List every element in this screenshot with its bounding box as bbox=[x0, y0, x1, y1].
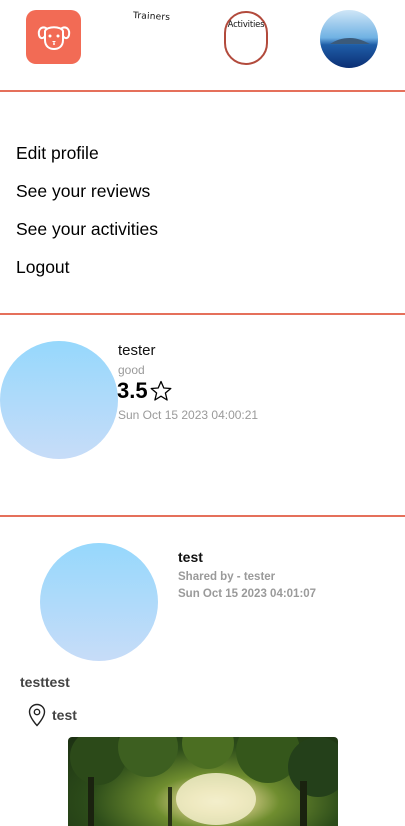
review-comment: good bbox=[118, 363, 145, 377]
dog-face-icon bbox=[37, 26, 70, 51]
see-reviews-link[interactable]: See your reviews bbox=[16, 172, 158, 210]
activity-photo[interactable] bbox=[68, 737, 338, 826]
activity-location-label: test bbox=[52, 707, 77, 723]
reviewer-avatar bbox=[0, 341, 118, 459]
divider bbox=[0, 90, 405, 92]
app-logo[interactable] bbox=[26, 10, 81, 64]
edit-profile-link[interactable]: Edit profile bbox=[16, 134, 158, 172]
forest-photo bbox=[70, 737, 338, 826]
activity-description: testtest bbox=[20, 674, 70, 690]
activity-card: test Shared by - tester Sun Oct 15 2023 … bbox=[0, 518, 405, 826]
top-nav: Trainers Activities bbox=[0, 0, 405, 90]
profile-menu: Edit profile See your reviews See your a… bbox=[16, 134, 158, 286]
rating-value: 3.5 bbox=[117, 378, 148, 403]
see-activities-link[interactable]: See your activities bbox=[16, 210, 158, 248]
review-card: tester good 3.5 Sun Oct 15 2023 04:00:21 bbox=[0, 315, 405, 515]
map-pin-icon bbox=[28, 703, 46, 727]
star-icon bbox=[150, 380, 172, 401]
avatar[interactable] bbox=[320, 10, 378, 68]
review-rating: 3.5 bbox=[117, 378, 173, 404]
review-date: Sun Oct 15 2023 04:00:21 bbox=[118, 408, 259, 422]
activity-date: Sun Oct 15 2023 04:01:07 bbox=[178, 588, 317, 600]
nav-activities[interactable]: Activities bbox=[224, 11, 268, 65]
activity-avatar bbox=[40, 543, 158, 661]
divider bbox=[0, 515, 405, 517]
profile-photo bbox=[330, 38, 370, 44]
reviewer-name: tester bbox=[118, 342, 156, 359]
logout-link[interactable]: Logout bbox=[16, 248, 158, 286]
nav-trainers[interactable]: Trainers bbox=[133, 11, 171, 23]
activity-shared-by: Shared by - tester bbox=[178, 571, 276, 583]
activity-location: test bbox=[28, 703, 77, 727]
activity-title[interactable]: test bbox=[178, 549, 203, 565]
